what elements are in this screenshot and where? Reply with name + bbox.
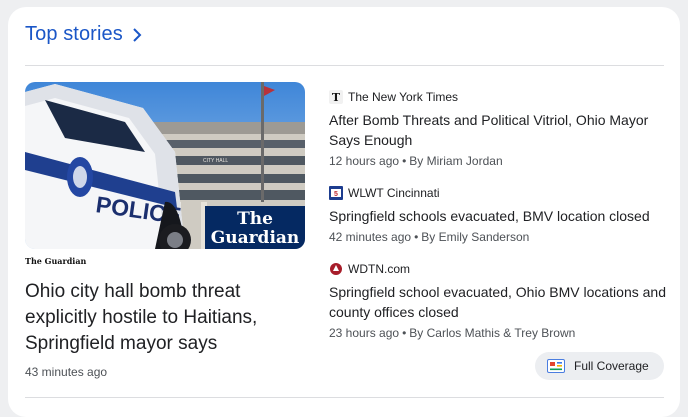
wdtn-logo-icon	[329, 262, 343, 276]
full-coverage-button[interactable]: Full Coverage	[535, 352, 664, 380]
story-author: By Carlos Mathis & Trey Brown	[409, 326, 576, 340]
story-title[interactable]: After Bomb Threats and Political Vitriol…	[329, 110, 669, 150]
top-stories-header[interactable]: Top stories	[25, 23, 142, 46]
full-coverage-icon	[547, 359, 565, 373]
building-sign: CITY HALL	[203, 158, 228, 164]
story-meta: 42 minutes ago • By Emily Sanderson	[329, 230, 530, 244]
story-time: 23 hours ago	[329, 326, 400, 340]
top-stories-card: Top stories CITY HALL POLICE The Guardia…	[8, 7, 680, 417]
section-title[interactable]: Top stories	[25, 23, 123, 46]
story-item[interactable]: T The New York Times After Bomb Threats …	[329, 89, 669, 168]
wlwt-logo-icon: 5	[329, 186, 343, 200]
svg-text:The: The	[237, 209, 273, 229]
story-title[interactable]: Springfield schools evacuated, BMV locat…	[329, 206, 669, 226]
story-source: WLWT Cincinnati	[348, 186, 440, 200]
nyt-logo-icon: T	[329, 90, 343, 104]
divider	[25, 65, 664, 66]
story-author: By Miriam Jordan	[409, 154, 503, 168]
story-source: WDTN.com	[348, 262, 410, 276]
story-item[interactable]: WDTN.com Springfield school evacuated, O…	[329, 261, 669, 340]
svg-text:Guardian: Guardian	[211, 228, 300, 248]
story-meta: 12 hours ago • By Miriam Jordan	[329, 154, 503, 168]
chevron-right-icon[interactable]	[132, 27, 142, 43]
hero-timestamp: 43 minutes ago	[25, 365, 108, 379]
svg-text:5: 5	[334, 191, 338, 198]
svg-text:T: T	[332, 91, 341, 104]
divider	[25, 397, 664, 398]
story-source: The New York Times	[348, 90, 459, 104]
hero-source-logo[interactable]: The Guardian	[25, 257, 86, 265]
story-author: By Emily Sanderson	[421, 230, 530, 244]
story-meta: 23 hours ago • By Carlos Mathis & Trey Bro…	[329, 326, 576, 340]
story-title[interactable]: Springfield school evacuated, Ohio BMV l…	[329, 282, 669, 322]
full-coverage-label[interactable]: Full Coverage	[574, 359, 649, 373]
hero-headline[interactable]: Ohio city hall bomb threat explicitly ho…	[25, 279, 311, 357]
hero-image[interactable]: CITY HALL POLICE The Guardian	[25, 82, 305, 249]
story-time: 42 minutes ago	[329, 230, 412, 244]
story-time: 12 hours ago	[329, 154, 400, 168]
story-item[interactable]: 5 WLWT Cincinnati Springfield schools ev…	[329, 185, 669, 244]
